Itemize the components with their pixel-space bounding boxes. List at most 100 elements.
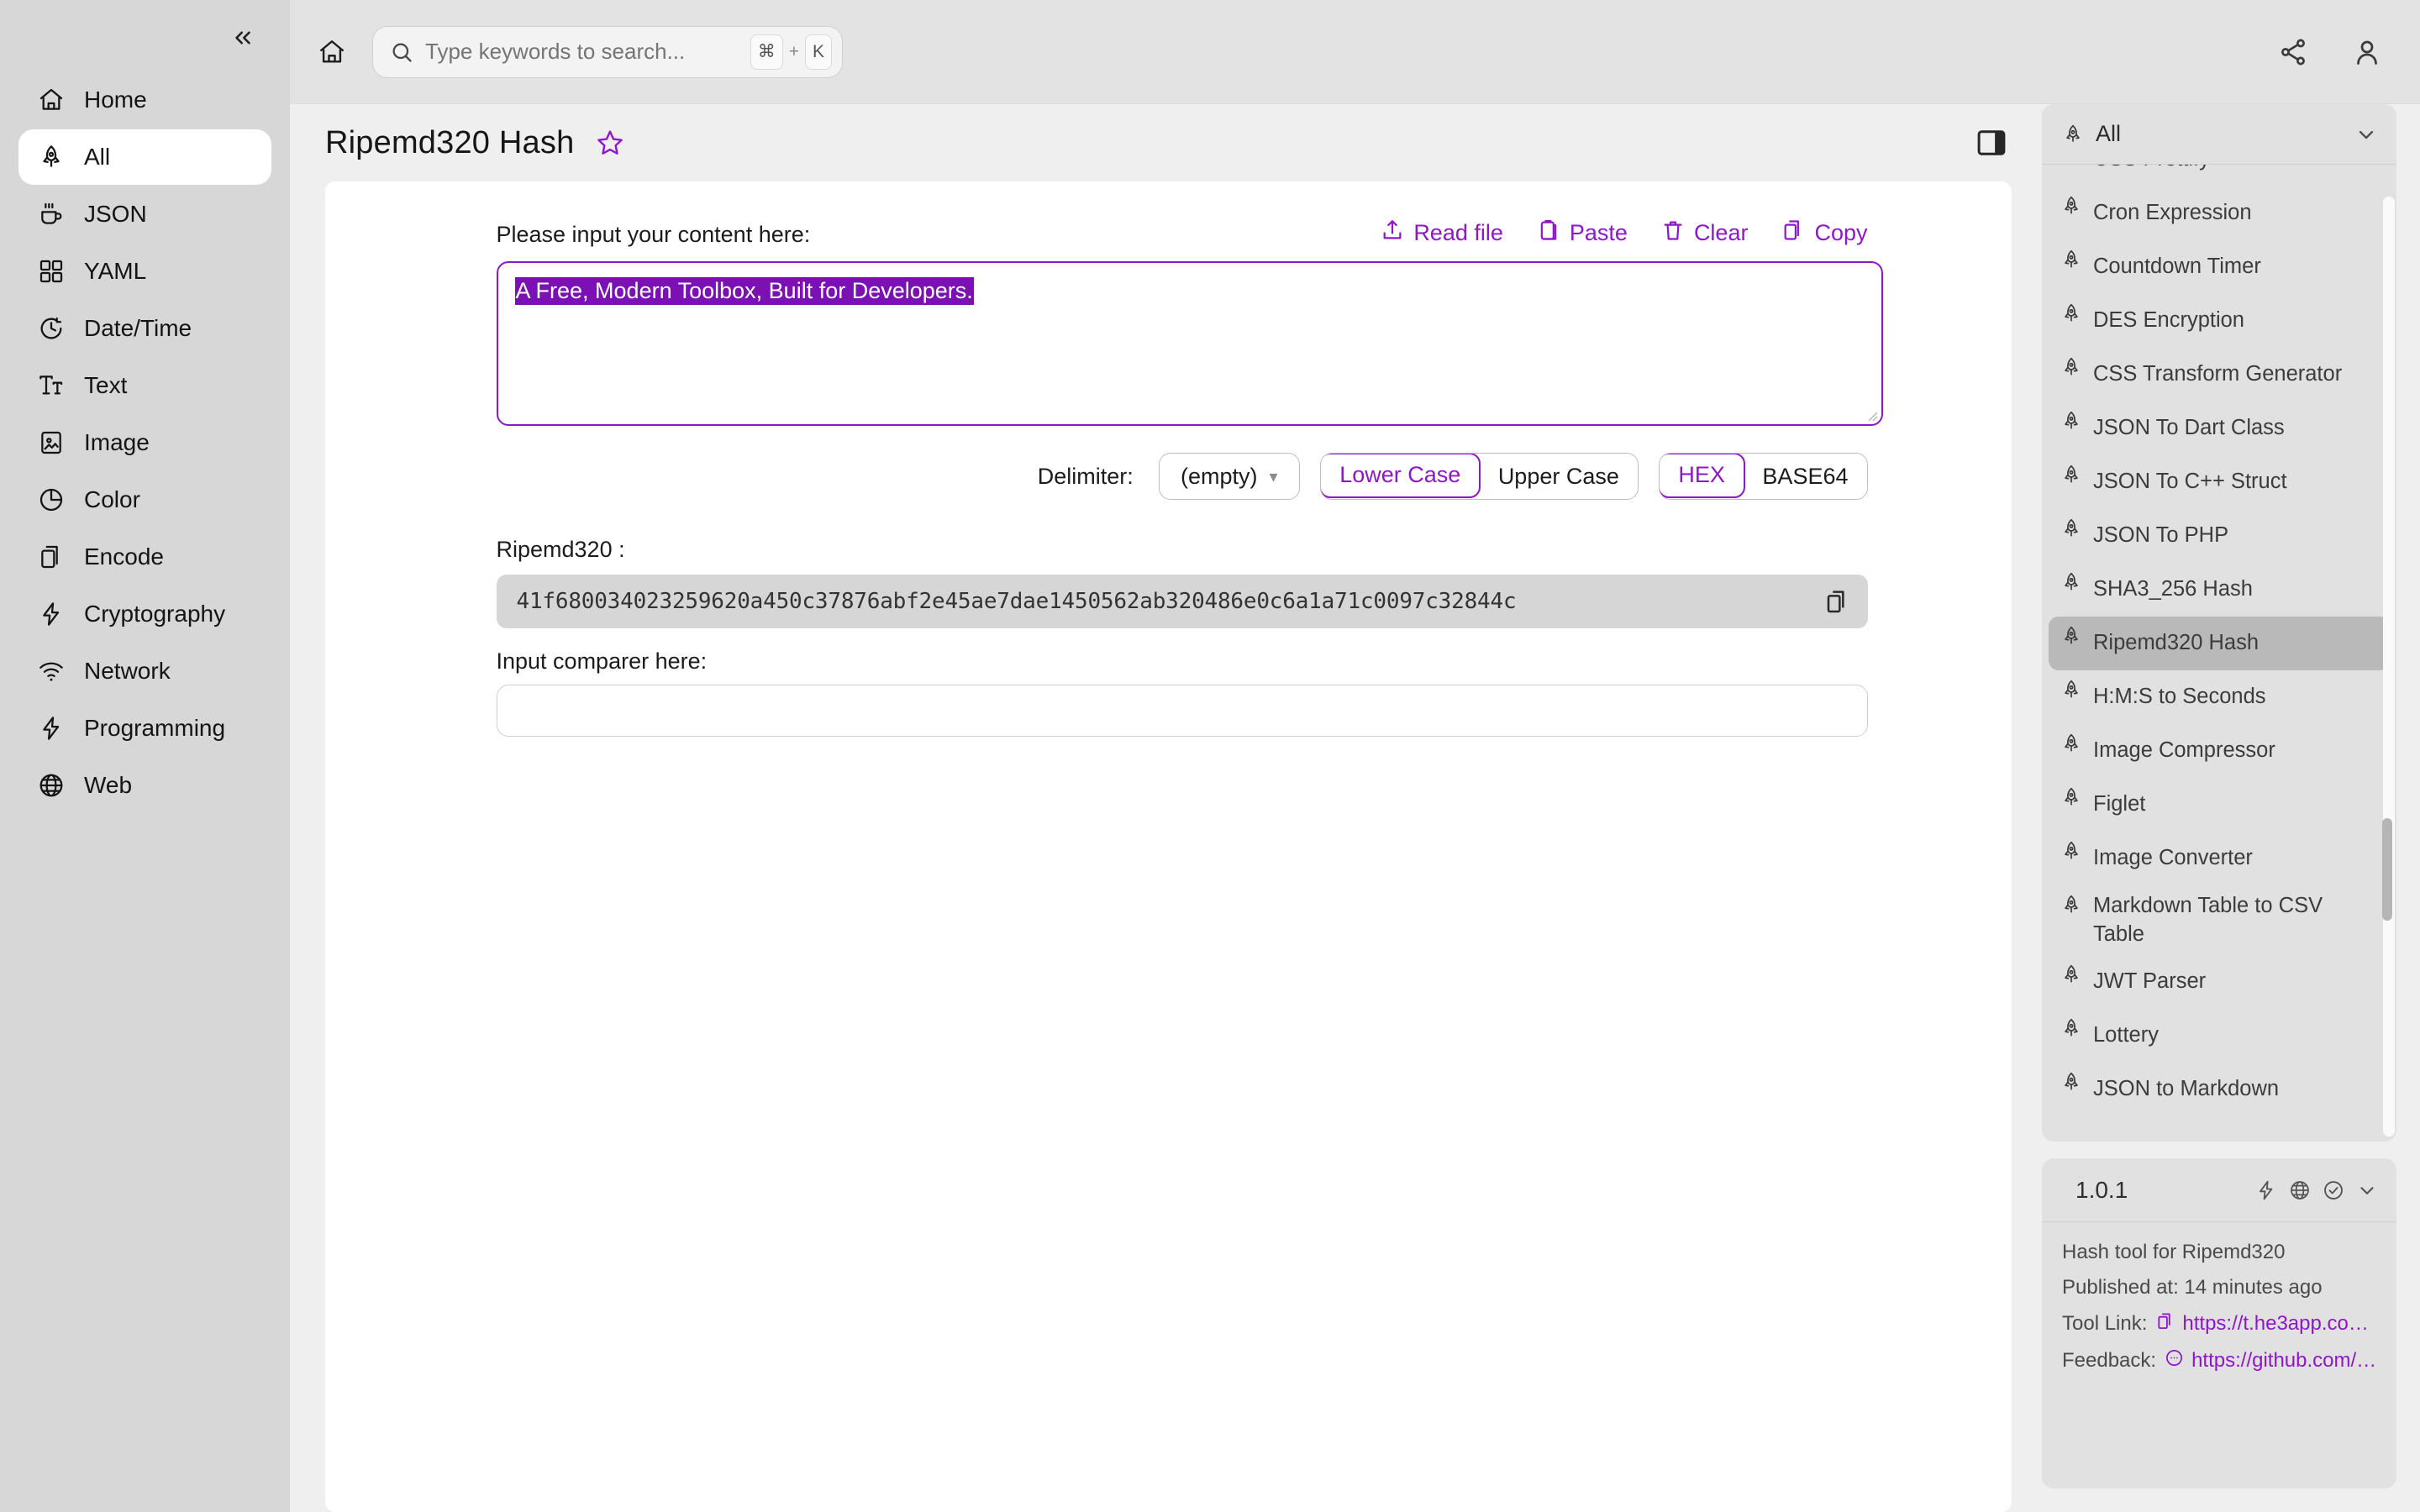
tool-list-item[interactable]: JSON To Dart Class (2049, 402, 2390, 455)
search-input[interactable] (425, 39, 739, 65)
tool-list-item-label: DES Encryption (2093, 308, 2244, 333)
tool-list-item[interactable]: Image Converter (2049, 832, 2390, 885)
rocket-icon (2060, 840, 2082, 862)
result-label: Ripemd320 : (496, 537, 625, 562)
tools-filter-header[interactable]: All (2042, 104, 2396, 165)
clock-icon (37, 314, 66, 343)
grid-icon (37, 257, 66, 286)
clear-button[interactable]: Clear (1661, 218, 1748, 248)
search-icon (390, 40, 413, 64)
upper-case-option[interactable]: Upper Case (1480, 454, 1638, 499)
tool-list-item[interactable]: JSON To PHP (2049, 509, 2390, 563)
result-copy-icon[interactable] (1814, 579, 1860, 624)
share-icon[interactable] (2275, 34, 2311, 70)
bolt-icon[interactable] (2255, 1179, 2277, 1201)
pie-chart-icon (37, 486, 66, 514)
sidebar-item-yaml[interactable]: YAML (18, 244, 271, 299)
comparer-input[interactable] (496, 685, 1868, 737)
copy-icon (2155, 1311, 2175, 1336)
sidebar-item-label: Date/Time (84, 315, 192, 341)
tool-list-item-label: JSON To PHP (2093, 523, 2229, 548)
tool-link[interactable]: https://t.he3app.co… (2155, 1311, 2369, 1336)
case-toggle-group: Lower Case Upper Case (1319, 453, 1639, 500)
user-icon[interactable] (2349, 34, 2385, 70)
top-header: ⌘ + K (290, 0, 2420, 104)
wifi-icon (37, 657, 66, 685)
tool-list-item[interactable]: DES Encryption (2049, 294, 2390, 348)
sidebar-item-network[interactable]: Network (18, 643, 271, 699)
sidebar-collapse-row (0, 12, 290, 64)
right-panel-toggle-icon[interactable] (1971, 123, 2012, 163)
tool-list-item[interactable]: JSON To C++ Struct (2049, 455, 2390, 509)
input-label: Please input your content here: (496, 222, 811, 247)
sidebar-item-all[interactable]: All (18, 129, 271, 185)
sidebar-item-json[interactable]: JSON (18, 186, 271, 242)
sidebar-item-color[interactable]: Color (18, 472, 271, 528)
result-value: 41f680034023259620a450c37876abf2e45ae7da… (516, 589, 1517, 614)
tools-scrollbar-thumb[interactable] (2382, 818, 2392, 921)
sidebar-item-text[interactable]: Text (18, 358, 271, 413)
input-actions: Read file Paste Clear Copy (1381, 218, 1868, 248)
tool-list-item[interactable]: H:M:S to Seconds (2049, 670, 2390, 724)
chevron-down-icon: ▾ (1269, 467, 1278, 486)
tool-list-item[interactable]: Image Compressor (2049, 724, 2390, 778)
rocket-icon (2060, 356, 2082, 378)
check-circle-icon[interactable] (2323, 1179, 2344, 1201)
feedback-row: Feedback: https://github.com/… (2062, 1348, 2376, 1373)
globe-icon[interactable] (2289, 1179, 2311, 1201)
tool-list-item[interactable]: Ripemd320 Hash (2049, 617, 2390, 670)
hex-option[interactable]: HEX (1659, 454, 1745, 498)
tool-list-item[interactable]: CSS Transform Generator (2049, 348, 2390, 402)
rocket-icon (2060, 249, 2082, 270)
sidebar-item-cryptography[interactable]: Cryptography (18, 586, 271, 642)
copy-button[interactable]: Copy (1781, 218, 1868, 248)
sidebar-item-image[interactable]: Image (18, 415, 271, 470)
tools-scrollbar-track[interactable] (2382, 197, 2395, 1137)
tools-scroll-area[interactable]: CSS Prettify Cron Expression Countdown Tim… (2042, 165, 2396, 1142)
paste-button[interactable]: Paste (1537, 218, 1628, 248)
tool-list-item-label: JWT Parser (2093, 969, 2207, 994)
tool-link-label: Tool Link: (2062, 1312, 2148, 1335)
sidebar-item-encode[interactable]: Encode (18, 529, 271, 585)
globe-icon (37, 771, 66, 800)
search-box[interactable]: ⌘ + K (372, 25, 843, 78)
base64-option[interactable]: BASE64 (1744, 454, 1866, 499)
bolt-icon (37, 714, 66, 743)
tool-list-item[interactable]: Countdown Timer (2049, 240, 2390, 294)
sidebar-item-web[interactable]: Web (18, 758, 271, 813)
tool-list-item[interactable]: Figlet (2049, 778, 2390, 832)
chevron-down-icon[interactable] (2354, 123, 2378, 146)
right-panel: All CSS Prettify Cron Expression Countdown… (2042, 104, 2420, 1512)
search-shortcut: ⌘ + K (750, 34, 832, 70)
read-file-button[interactable]: Read file (1381, 218, 1503, 248)
left-sidebar: Home All JSON YAML Date/Time Text Image Color En… (0, 0, 290, 1512)
tool-list-item[interactable]: CSS Prettify (2049, 165, 2390, 186)
lower-case-option[interactable]: Lower Case (1320, 454, 1481, 498)
tool-list-item[interactable]: JSON to Markdown (2049, 1063, 2390, 1116)
tool-list-item[interactable]: SHA3_256 Hash (2049, 563, 2390, 617)
feedback-link[interactable]: https://github.com/… (2165, 1348, 2376, 1373)
textarea-selected-text: A Free, Modern Toolbox, Built for Develo… (514, 277, 974, 305)
tool-list-item[interactable]: JWT Parser (2049, 955, 2390, 1009)
tool-list-item[interactable]: Cron Expression (2049, 186, 2390, 240)
chevron-down-icon[interactable] (2356, 1179, 2378, 1201)
star-outline-icon[interactable] (592, 125, 628, 160)
sidebar-item-home[interactable]: Home (18, 72, 271, 128)
sidebar-item-date-time[interactable]: Date/Time (18, 301, 271, 356)
tool-list-item[interactable]: Lottery (2049, 1009, 2390, 1063)
page-title-row: Ripemd320 Hash (290, 104, 2042, 181)
shortcut-cmd-key: ⌘ (750, 34, 783, 70)
sidebar-item-label: Encode (84, 543, 164, 570)
tool-list-item[interactable]: Markdown Table to CSV Table (2049, 885, 2390, 955)
sidebar-item-label: Color (84, 486, 140, 512)
rocket-icon (2060, 625, 2082, 647)
delimiter-select[interactable]: (empty) ▾ (1158, 453, 1300, 500)
textarea-resize-handle[interactable] (1865, 408, 1878, 422)
clipboard-icon (1537, 218, 1560, 248)
trash-icon (1661, 218, 1685, 248)
home-icon[interactable] (308, 29, 355, 76)
tool-list-item-label: H:M:S to Seconds (2093, 685, 2266, 709)
sidebar-item-programming[interactable]: Programming (18, 701, 271, 756)
content-textarea[interactable]: A Free, Modern Toolbox, Built for Develo… (496, 261, 1883, 426)
chevrons-left-icon[interactable] (224, 19, 261, 56)
